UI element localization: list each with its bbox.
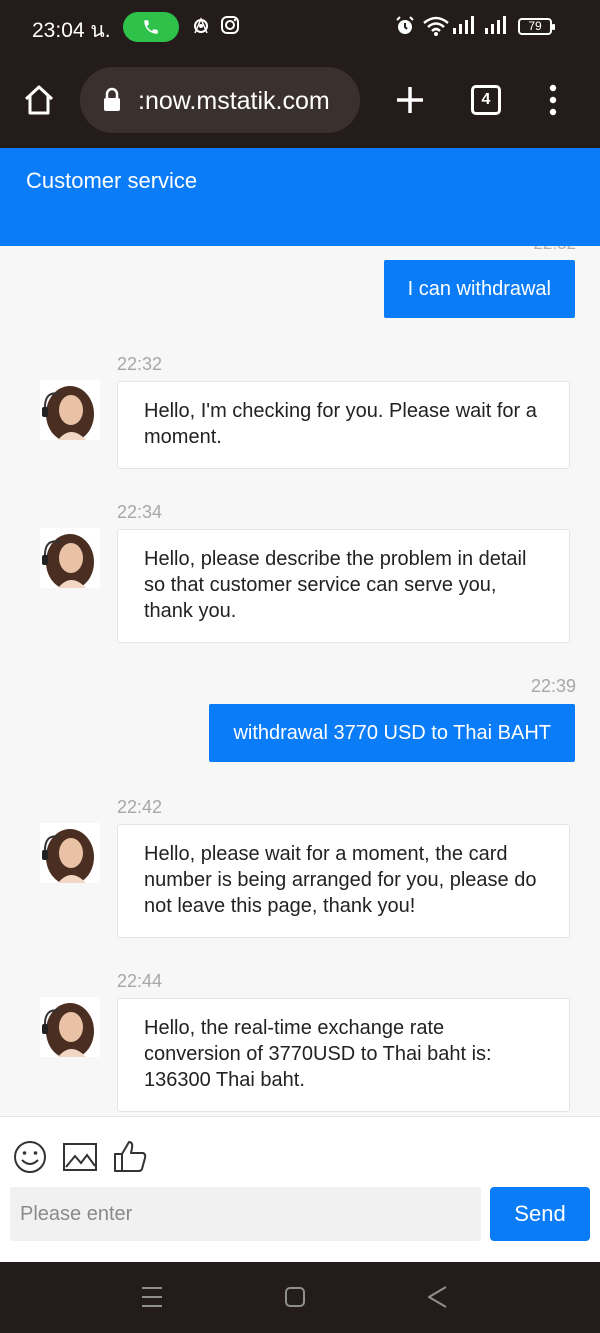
agent-avatar [40, 997, 100, 1057]
agent-avatar [40, 823, 100, 883]
message-timestamp: 22:39 [530, 676, 576, 696]
outgoing-message-bubble: I can withdrawal [383, 260, 575, 318]
chat-header: Customer service [0, 148, 600, 246]
agent-avatar [40, 528, 100, 588]
status-time: 23:04 น. [32, 19, 111, 42]
agent-avatar [40, 380, 100, 440]
system-navigation-bar [0, 1262, 600, 1333]
url-text[interactable]: :now.mstatik.com [138, 87, 330, 116]
thumbs-up-icon[interactable] [112, 1139, 148, 1175]
phone-icon [144, 20, 158, 34]
tab-switcher-button[interactable]: 4 [471, 85, 501, 115]
alarm-icon [396, 16, 414, 34]
instagram-icon [221, 16, 239, 34]
chat-message-list[interactable]: 22:32 I can withdrawal 22:32 Hello, I'm … [0, 246, 600, 1116]
emoji-icon[interactable] [12, 1139, 48, 1175]
system-home-icon[interactable] [283, 1284, 307, 1310]
signal-icon [485, 16, 506, 34]
message-input[interactable] [10, 1187, 481, 1241]
new-tab-icon[interactable] [394, 84, 426, 116]
outgoing-message-bubble: withdrawal 3770 USD to Thai BAHT [209, 704, 575, 762]
vpn-icon [194, 17, 208, 34]
message-timestamp: 22:32 [533, 246, 576, 254]
address-bar[interactable]: :now.mstatik.com [80, 67, 360, 133]
incoming-message-bubble: Hello, the real-time exchange rate conve… [117, 998, 570, 1112]
wifi-icon [423, 16, 449, 36]
incoming-message-bubble: Hello, please wait for a moment, the car… [117, 824, 570, 938]
ongoing-call-indicator[interactable] [123, 12, 179, 42]
recents-icon[interactable] [140, 1284, 164, 1310]
incoming-message-bubble: Hello, please describe the problem in de… [117, 529, 570, 643]
image-icon[interactable] [62, 1139, 98, 1175]
message-timestamp: 22:44 [117, 971, 163, 991]
incoming-message-bubble: Hello, I'm checking for you. Please wait… [117, 381, 570, 469]
signal-icon [453, 16, 474, 34]
page-title: Customer service [26, 168, 198, 193]
message-composer: Send [0, 1116, 600, 1262]
send-button[interactable]: Send [490, 1187, 590, 1241]
home-icon[interactable] [22, 83, 56, 117]
message-timestamp: 22:34 [117, 502, 163, 522]
menu-dots-icon[interactable] [544, 82, 562, 118]
battery-indicator: 79 [518, 18, 555, 35]
lock-icon [104, 87, 120, 111]
browser-toolbar: :now.mstatik.com 4 [0, 52, 600, 148]
message-timestamp: 22:32 [117, 354, 163, 374]
back-icon[interactable] [426, 1284, 450, 1310]
message-timestamp: 22:42 [117, 797, 163, 817]
status-bar: 23:04 น. 79 [0, 0, 600, 52]
